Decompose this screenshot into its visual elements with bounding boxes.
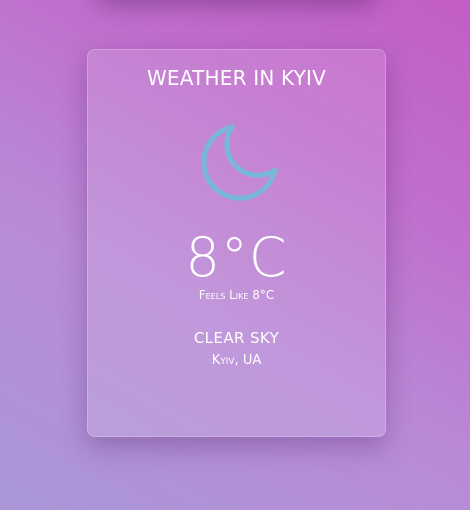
feels-like-label: Feels like bbox=[198, 288, 249, 302]
location-label: Kyiv, UA bbox=[211, 353, 262, 368]
weather-card: WEATHER IN KYIV 8°C Feels like 8°C CLEAR… bbox=[87, 49, 386, 437]
weather-condition: CLEAR SKY bbox=[193, 329, 280, 347]
feels-like-value: 8°C bbox=[252, 288, 275, 302]
feels-like-text: Feels like 8°C bbox=[88, 288, 385, 302]
temperature-value: 8°C bbox=[185, 226, 288, 289]
weather-title: WEATHER IN KYIV bbox=[146, 66, 327, 90]
moon-icon bbox=[201, 124, 278, 201]
